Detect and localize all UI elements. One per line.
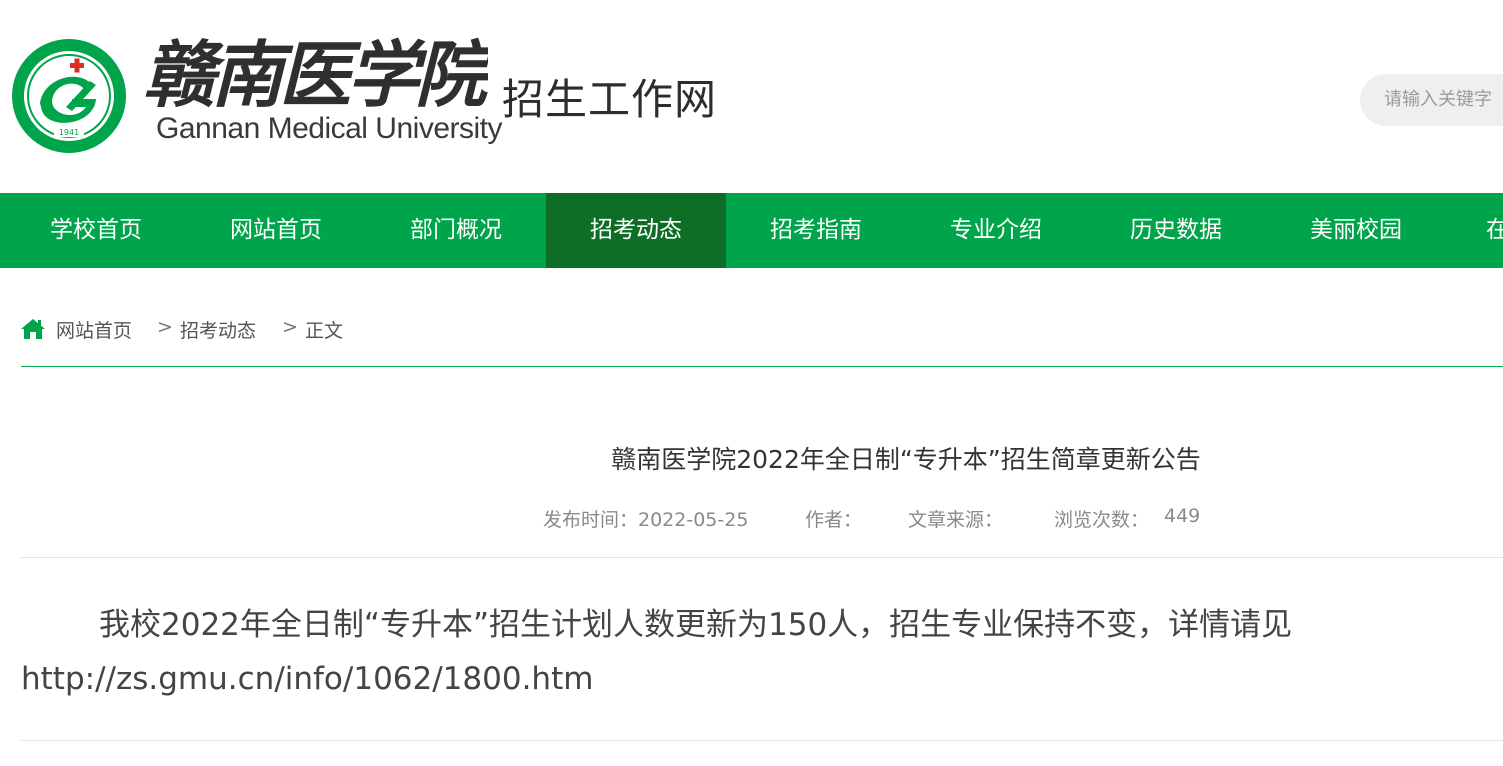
breadcrumb-separator: > [157,316,173,338]
university-english-name: Gannan Medical University [156,112,503,145]
article-paragraph: 我校2022年全日制“专升本”招生计划人数更新为150人，招生专业保持不变，详情… [21,598,1481,652]
nav-item-campus[interactable]: 美丽校园 [1266,193,1446,268]
nav-item-guide[interactable]: 招考指南 [726,193,906,268]
breadcrumb-divider [21,366,1503,367]
site-name: 招生工作网 [502,75,718,124]
breadcrumb-admission-news[interactable]: 招考动态 [180,316,256,343]
svg-text:1941: 1941 [59,128,79,137]
views-count: 449 [1164,505,1201,527]
nav-item-online[interactable]: 在 [1446,193,1503,268]
author-label: 作者： [805,509,863,531]
nav-item-department[interactable]: 部门概况 [366,193,546,268]
meta-divider [21,557,1503,558]
article-paragraph-text: 我校2022年全日制“专升本”招生计划人数更新为150人，招生专业保持不变，详情… [99,607,1293,643]
source-label: 文章来源： [908,509,1004,531]
home-icon [21,319,45,339]
breadcrumb-separator: > [282,316,298,338]
nav-item-history-data[interactable]: 历史数据 [1086,193,1266,268]
breadcrumb-current: 正文 [305,320,344,342]
publish-date: 发布时间：2022-05-25 [543,509,749,531]
views-label: 浏览次数： [1054,509,1150,531]
article-title: 赣南医学院2022年全日制“专升本”招生简章更新公告 [611,445,1201,474]
search-input[interactable] [1360,74,1503,126]
nav-item-school-home[interactable]: 学校首页 [6,193,186,268]
svg-text:赣南医学院: 赣南医学院 [143,34,488,117]
article-body: 我校2022年全日制“专升本”招生计划人数更新为150人，招生专业保持不变，详情… [21,598,1481,706]
nav-item-site-home[interactable]: 网站首页 [186,193,366,268]
nav-item-admission-news[interactable]: 招考动态 [546,193,726,268]
main-nav: 学校首页 网站首页 部门概况 招考动态 招考指南 专业介绍 历史数据 美丽校园 … [0,193,1503,268]
site-header: 1941 赣南医学院 Gannan Medical University 招生工… [0,0,1503,193]
nav-item-majors[interactable]: 专业介绍 [906,193,1086,268]
university-calligraphy-logo[interactable]: 赣南医学院 [143,34,488,120]
university-emblem[interactable]: 1941 [10,37,128,155]
article-link[interactable]: http://zs.gmu.cn/info/1062/1800.htm [21,652,1481,706]
article-bottom-divider [21,740,1503,741]
breadcrumb-site-home[interactable]: 网站首页 [56,316,132,343]
